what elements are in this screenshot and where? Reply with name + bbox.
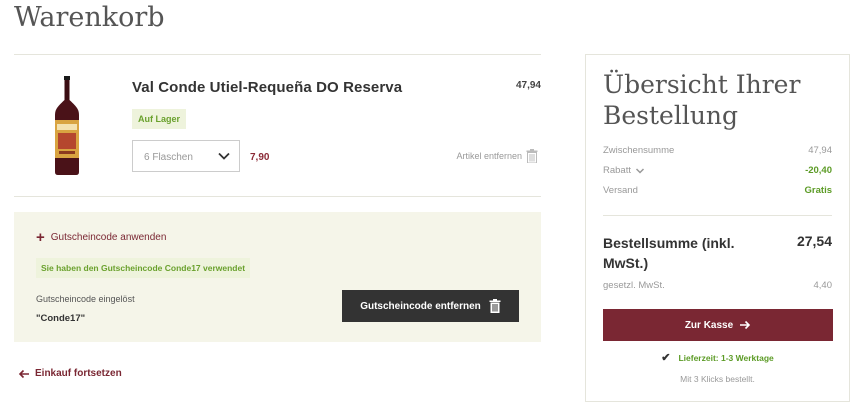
remove-item-button[interactable]: Artikel entfernen — [456, 149, 538, 163]
total-value: 27,54 — [796, 233, 832, 249]
remove-item-label: Artikel entfernen — [456, 151, 522, 161]
continue-shopping-label: Einkauf fortsetzen — [35, 368, 122, 379]
delivery-time: Lieferzeit: 1-3 Werktage — [678, 352, 774, 363]
continue-shopping-link[interactable]: Einkauf fortsetzen — [18, 368, 122, 379]
cart-top-divider — [14, 54, 541, 55]
clicks-note: Mit 3 Klicks bestellt. — [680, 374, 755, 384]
chevron-down-icon — [218, 152, 230, 160]
chevron-down-icon — [635, 167, 645, 174]
apply-voucher-label: Gutscheincode anwenden — [50, 232, 167, 243]
item-total-price: 47,94 — [515, 80, 541, 91]
voucher-panel: + Gutscheincode anwenden Sie haben den G… — [14, 212, 541, 342]
vat-value: 4,40 — [813, 280, 833, 291]
discount-toggle[interactable]: Rabatt — [603, 165, 645, 176]
plus-icon: + — [36, 228, 45, 246]
trash-icon — [489, 299, 501, 313]
discount-label: Rabatt — [603, 165, 631, 176]
arrow-left-icon — [18, 369, 29, 378]
discount-value: -20,40 — [805, 165, 832, 176]
checkout-label: Zur Kasse — [684, 319, 734, 331]
subtotal-row: Zwischensumme 47,94 — [603, 145, 832, 156]
voucher-code: "Conde17" — [36, 313, 86, 324]
page-title: Warenkorb — [14, 2, 165, 33]
quantity-value: 6 Flaschen — [144, 152, 193, 163]
remove-voucher-button[interactable]: Gutscheincode entfernen — [342, 290, 519, 322]
subtotal-value: 47,94 — [808, 145, 832, 156]
order-summary-panel: Übersicht Ihrer Bestellung Zwischensumme… — [585, 54, 850, 402]
voucher-success-message: Sie haben den Gutscheincode Conde17 verw… — [36, 258, 251, 278]
vat-label: gesetzl. MwSt. — [603, 280, 665, 291]
summary-title: Übersicht Ihrer Bestellung — [603, 70, 801, 130]
shipping-row: Versand Gratis — [603, 185, 832, 196]
shipping-value: Gratis — [804, 185, 832, 196]
trash-icon — [526, 149, 538, 163]
shipping-label: Versand — [603, 185, 638, 196]
quantity-select[interactable]: 6 Flaschen — [132, 140, 240, 172]
voucher-redeemed-label: Gutscheincode eingelöst — [36, 294, 135, 304]
arrow-right-icon — [740, 320, 751, 330]
stock-badge: Auf Lager — [132, 109, 187, 129]
vat-row: gesetzl. MwSt. 4,40 — [603, 280, 832, 291]
apply-voucher-toggle[interactable]: + Gutscheincode anwenden — [36, 228, 167, 246]
unit-price: 7,90 — [250, 152, 270, 163]
delivery-info: ✔ Lieferzeit: 1-3 Werktage — [586, 351, 849, 364]
product-name[interactable]: Val Conde Utiel-Requeña DO Reserva — [132, 79, 402, 96]
summary-divider — [603, 215, 832, 216]
discount-row: Rabatt -20,40 — [603, 165, 832, 176]
subtotal-label: Zwischensumme — [603, 145, 675, 156]
remove-voucher-label: Gutscheincode entfernen — [360, 300, 481, 312]
cart-bottom-divider — [14, 196, 541, 197]
wine-bottle-image — [55, 76, 79, 175]
total-label: Bestellsumme (inkl. MwSt.) — [603, 235, 735, 271]
checkout-button[interactable]: Zur Kasse — [603, 309, 833, 341]
checkmark-icon: ✔ — [661, 352, 671, 364]
